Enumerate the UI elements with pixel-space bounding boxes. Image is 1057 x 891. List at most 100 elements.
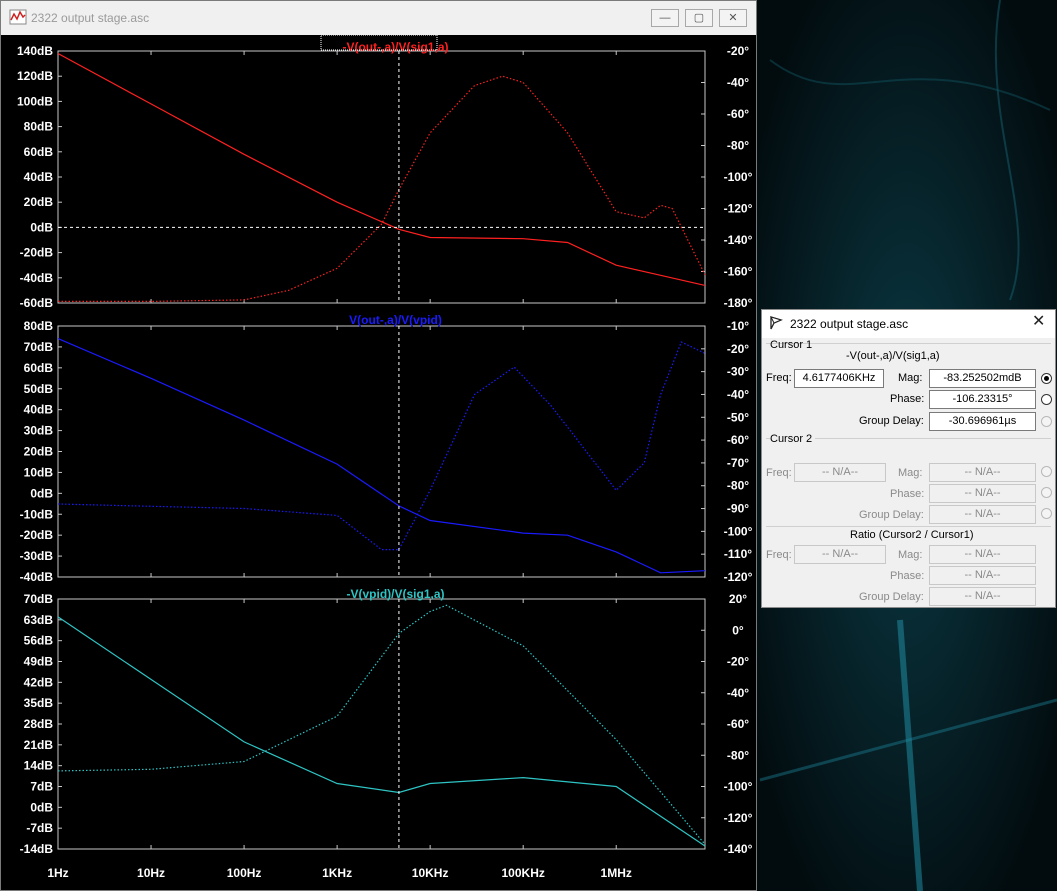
cursor2-mag-label: Mag: <box>898 467 923 479</box>
waveform-app-icon <box>9 9 27 25</box>
y-left-tick-label: 20dB <box>24 445 54 459</box>
cursor1-freq-label: Freq: <box>766 372 792 384</box>
y-right-tick-label: -60° <box>727 433 749 447</box>
y-left-tick-label: 56dB <box>24 634 54 648</box>
maximize-button[interactable]: ▢ <box>685 9 713 27</box>
cursor2-freq-field[interactable]: -- N/A-- <box>794 463 886 482</box>
minimize-button[interactable]: — <box>651 9 679 27</box>
y-left-tick-label: 120dB <box>17 69 53 83</box>
plot-area[interactable]: 140dB 120dB 100dB 80dB 60dB 40dB 20dB 0dB -20dB -… <box>1 35 756 890</box>
y-right-tick-label: -40° <box>727 76 749 90</box>
cursor2-heading: Cursor 2 <box>770 433 816 445</box>
bode-plots[interactable]: 140dB 120dB 100dB 80dB 60dB 40dB 20dB 0dB -20dB -… <box>1 35 756 890</box>
close-button[interactable]: ✕ <box>719 9 747 27</box>
y-right-tick-label: -140° <box>724 842 753 856</box>
dialog-close-button[interactable]: ✕ <box>1032 313 1045 331</box>
y-left-tick-label: 60dB <box>24 361 54 375</box>
dialog-title-bar[interactable]: 2322 output stage.asc ✕ <box>762 310 1055 338</box>
cursor2-group-delay-radio[interactable] <box>1041 508 1052 519</box>
ratio-mag-field[interactable]: -- N/A-- <box>929 545 1036 564</box>
y-right-tick-label: -80° <box>727 748 749 762</box>
ratio-phase-label: Phase: <box>890 570 925 582</box>
y-right-tick-label: -20° <box>727 44 749 58</box>
cursor1-heading: Cursor 1 <box>770 339 813 351</box>
cursor1-phase-field[interactable]: -106.23315° <box>929 390 1036 409</box>
y-left-tick-label: 50dB <box>24 382 54 396</box>
cursor2-mag-field[interactable]: -- N/A-- <box>929 463 1036 482</box>
cursor1-freq-field[interactable]: 4.6177406KHz <box>794 369 884 388</box>
y-left-tick-label: 70dB <box>24 592 54 606</box>
ratio-phase-field[interactable]: -- N/A-- <box>929 566 1036 585</box>
y-left-tick-label: 80dB <box>24 120 54 134</box>
y-right-tick-label: -80° <box>727 139 749 153</box>
y-right-tick-label: -140° <box>724 233 753 247</box>
cursor1-group-delay-field[interactable]: -30.696961µs <box>929 412 1036 431</box>
plot-frame <box>57 50 706 304</box>
cursor1-mag-label: Mag: <box>898 372 923 384</box>
cursor1-mag-radio[interactable] <box>1041 373 1052 384</box>
y-left-tick-label: 0dB <box>30 220 53 234</box>
y-left-tick-label: 40dB <box>24 170 54 184</box>
ratio-group-delay-label: Group Delay: <box>859 591 924 603</box>
y-right-tick-label: -80° <box>727 479 749 493</box>
plot-frame <box>57 598 706 850</box>
ratio-freq-field[interactable]: -- N/A-- <box>794 545 886 564</box>
plot-pane-1: 140dB 120dB 100dB 80dB 60dB 40dB 20dB 0dB -20dB -… <box>17 40 753 310</box>
cursor1-phase-radio[interactable] <box>1041 394 1052 405</box>
y-right-tick-label: 20° <box>729 592 747 606</box>
y-left-tick-label: 49dB <box>24 655 54 669</box>
y-right-tick-label: -60° <box>727 717 749 731</box>
cursor1-trace-name: -V(out-,a)/V(sig1,a) <box>846 350 940 362</box>
y-right-tick-label: -100° <box>724 524 753 538</box>
y-right-tick-label: -90° <box>727 502 749 516</box>
y-right-tick-label: -40° <box>727 387 749 401</box>
magnitude-trace <box>57 616 706 847</box>
y-right-tick-label: -20° <box>727 342 749 356</box>
dialog-title: 2322 output stage.asc <box>790 317 909 331</box>
y-left-tick-label: -14dB <box>20 842 54 856</box>
y-right-tick-label: -30° <box>727 365 749 379</box>
y-left-tick-label: -10dB <box>20 507 54 521</box>
window-title: 2322 output stage.asc <box>31 11 150 25</box>
ratio-group-delay-field[interactable]: -- N/A-- <box>929 587 1036 606</box>
trace-title: -V(vpid)/V(sig1,a) <box>346 587 444 601</box>
y-right-tick-label: -120° <box>724 570 753 584</box>
cursor1-group-delay-label: Group Delay: <box>859 415 924 427</box>
ratio-separator <box>766 526 1051 527</box>
cursor2-phase-radio[interactable] <box>1041 487 1052 498</box>
y-right-tick-label: -120° <box>724 811 753 825</box>
phase-trace <box>58 75 706 302</box>
cursor1-mag-field[interactable]: -83.252502mdB <box>929 369 1036 388</box>
y-right-tick-label: -100° <box>724 780 753 794</box>
y-left-tick-label: -7dB <box>26 821 53 835</box>
y-left-tick-label: 100dB <box>17 94 53 108</box>
plot-pane-2: 80dB 70dB 60dB 50dB 40dB 30dB 20dB 10dB 0dB -10dB… <box>20 313 753 584</box>
cursor1-group-delay-radio[interactable] <box>1041 416 1052 427</box>
y-right-tick-label: -160° <box>724 265 753 279</box>
y-right-tick-label: -60° <box>727 107 749 121</box>
ratio-mag-label: Mag: <box>898 549 923 561</box>
cursor2-phase-field[interactable]: -- N/A-- <box>929 484 1036 503</box>
y-left-tick-label: -40dB <box>20 570 54 584</box>
cursor2-group-delay-label: Group Delay: <box>859 509 924 521</box>
y-left-tick-label: -60dB <box>20 296 54 310</box>
cursor2-group-delay-field[interactable]: -- N/A-- <box>929 505 1036 524</box>
y-right-tick-label: -10° <box>727 319 749 333</box>
magnitude-trace <box>57 338 706 574</box>
y-left-tick-label: 28dB <box>24 717 54 731</box>
cursor-flag-icon <box>770 316 783 330</box>
x-tick-label: 100Hz <box>227 866 262 880</box>
x-tick-label: 1KHz <box>322 866 352 880</box>
y-left-tick-label: 63dB <box>24 613 54 627</box>
ratio-freq-label: Freq: <box>766 549 792 561</box>
y-left-tick-label: 70dB <box>24 340 54 354</box>
title-bar[interactable]: 2322 output stage.asc — ▢ ✕ <box>1 1 756 35</box>
y-left-tick-label: 14dB <box>24 759 54 773</box>
y-left-tick-label: 42dB <box>24 675 54 689</box>
y-right-tick-label: -100° <box>724 170 753 184</box>
x-tick-label: 10Hz <box>137 866 165 880</box>
cursor2-mag-radio[interactable] <box>1041 466 1052 477</box>
cursor2-phase-label: Phase: <box>890 488 925 500</box>
y-right-tick-label: -110° <box>724 547 752 561</box>
y-right-tick-label: -50° <box>727 410 749 424</box>
